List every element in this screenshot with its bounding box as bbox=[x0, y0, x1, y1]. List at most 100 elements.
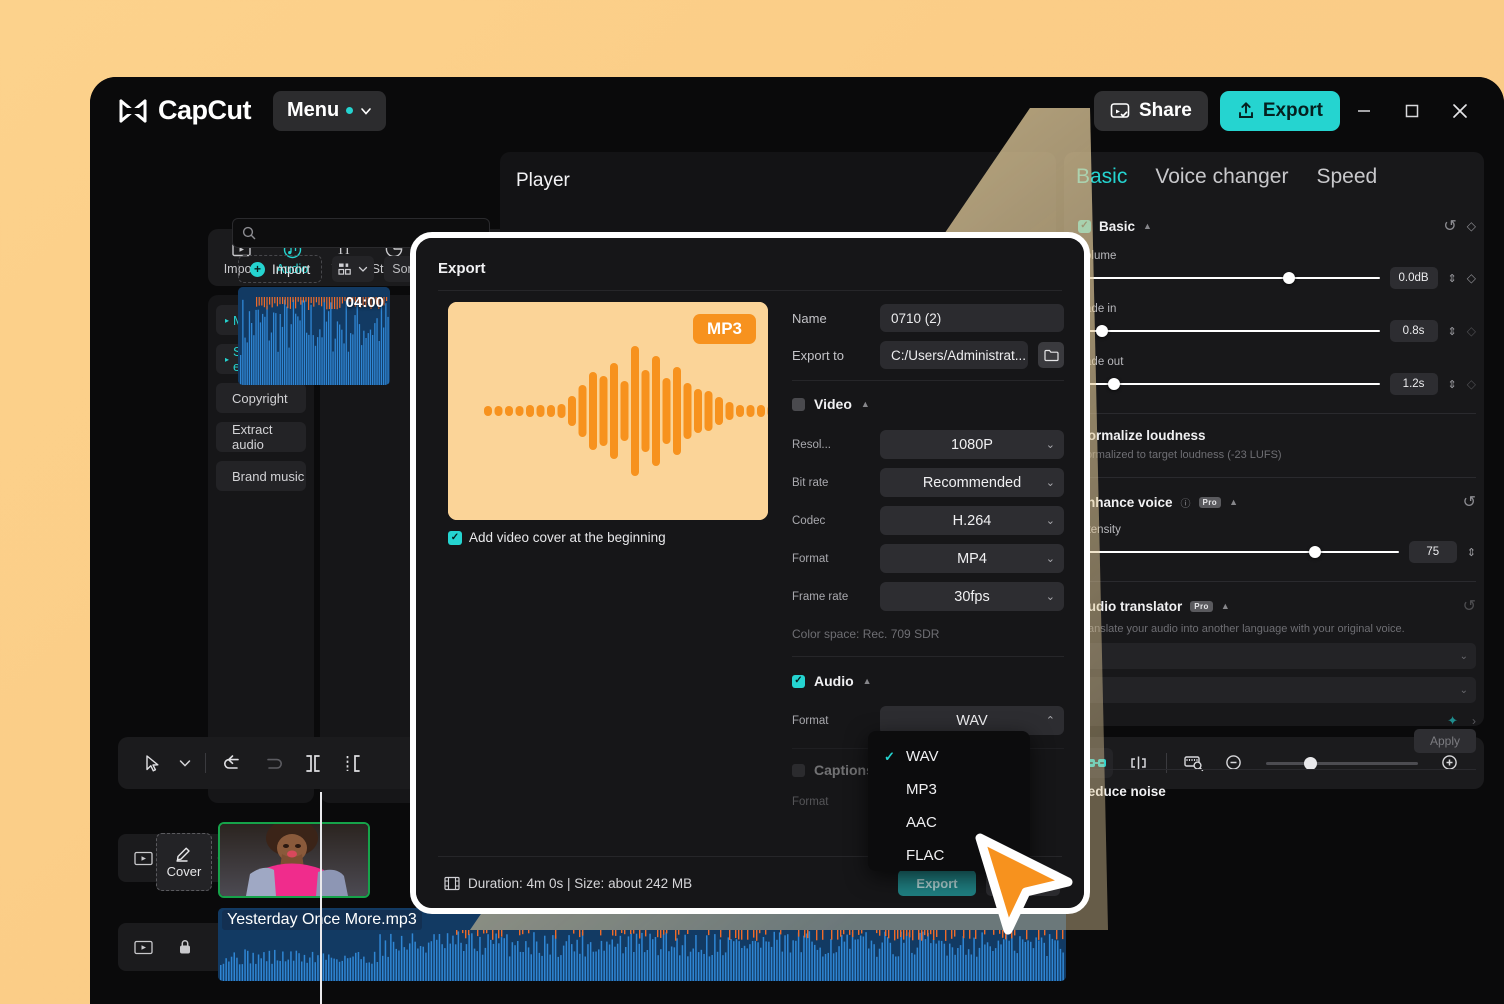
tab-speed[interactable]: Speed bbox=[1316, 165, 1377, 189]
track-toggle-icon[interactable] bbox=[132, 937, 154, 957]
dropdown-option-mp3-label: MP3 bbox=[906, 781, 937, 798]
view-mode-button[interactable] bbox=[332, 256, 374, 282]
reset-icon[interactable]: ↺ bbox=[1463, 492, 1476, 512]
intensity-value[interactable]: 75 bbox=[1409, 541, 1457, 563]
dialog-secondary-button[interactable] bbox=[986, 870, 1060, 896]
audio-library-card[interactable]: 04:00 bbox=[238, 287, 390, 385]
select-arrow-icon[interactable] bbox=[132, 746, 172, 780]
add-video-cover-checkbox[interactable]: ✓ Add video cover at the beginning bbox=[448, 530, 666, 545]
volume-slider-knob[interactable] bbox=[1283, 272, 1295, 284]
basic-checkbox[interactable]: ✓ bbox=[1078, 220, 1091, 233]
audio-translator-header: Audio translator Pro ▲ ↺ bbox=[1078, 596, 1476, 616]
codec-row: Codec H.264⌄ bbox=[792, 506, 1064, 535]
captions-checkbox[interactable] bbox=[792, 764, 805, 777]
volume-keyframe-icon[interactable]: ◇ bbox=[1467, 271, 1476, 285]
framerate-select[interactable]: 30fps⌄ bbox=[880, 582, 1064, 611]
browse-folder-button[interactable] bbox=[1038, 342, 1064, 368]
import-media-button[interactable]: + Import bbox=[238, 255, 322, 283]
dropdown-option-aac-label: AAC bbox=[906, 814, 937, 831]
maximize-button[interactable] bbox=[1388, 89, 1436, 133]
bitrate-select[interactable]: Recommended⌄ bbox=[880, 468, 1064, 497]
dropdown-option-wav[interactable]: ✓ WAV bbox=[868, 740, 1030, 773]
film-strip-icon bbox=[444, 876, 460, 891]
name-input[interactable]: 0710 (2) bbox=[880, 304, 1064, 332]
undo-icon[interactable] bbox=[213, 746, 253, 780]
sparkle-icon: ✦ bbox=[1447, 713, 1458, 729]
sidebar-item-copyright[interactable]: Copyright bbox=[216, 383, 306, 413]
volume-stepper[interactable]: ⇕ bbox=[1448, 272, 1457, 285]
chevron-up-icon[interactable]: ▲ bbox=[863, 676, 872, 686]
intensity-slider-knob[interactable] bbox=[1309, 546, 1321, 558]
reset-icon[interactable]: ↺ bbox=[1443, 216, 1456, 236]
split-icon[interactable] bbox=[293, 746, 333, 780]
basic-section-title: Basic bbox=[1099, 219, 1135, 234]
fade-in-stepper[interactable]: ⇕ bbox=[1448, 325, 1457, 338]
volume-slider-track[interactable] bbox=[1078, 277, 1380, 279]
export-button[interactable]: Export bbox=[1220, 91, 1340, 131]
close-button[interactable] bbox=[1436, 89, 1484, 133]
track-toggle-icon[interactable] bbox=[132, 848, 154, 868]
video-format-select[interactable]: MP4⌄ bbox=[880, 544, 1064, 573]
video-clip-thumbnail[interactable] bbox=[218, 822, 370, 898]
fade-in-slider-knob[interactable] bbox=[1096, 325, 1108, 337]
share-button[interactable]: Share bbox=[1094, 91, 1208, 131]
lock-icon[interactable] bbox=[174, 937, 196, 957]
bitrate-row: Bit rate Recommended⌄ bbox=[792, 468, 1064, 497]
resolution-select[interactable]: 1080P⌄ bbox=[880, 430, 1064, 459]
chevron-down-icon[interactable] bbox=[172, 746, 198, 780]
menu-button[interactable]: Menu bbox=[273, 91, 386, 131]
redo-icon[interactable] bbox=[253, 746, 293, 780]
fade-out-value[interactable]: 1.2s bbox=[1390, 373, 1438, 395]
fade-in-keyframe-icon[interactable]: ◇ bbox=[1467, 324, 1476, 338]
translator-target-select[interactable]: ⌄ bbox=[1078, 677, 1476, 703]
chevron-up-icon[interactable]: ▲ bbox=[861, 399, 870, 409]
chevron-up-icon[interactable]: ▲ bbox=[1229, 497, 1238, 507]
dropdown-option-aac[interactable]: AAC bbox=[868, 806, 1030, 839]
chevron-up-icon[interactable]: ▲ bbox=[1221, 601, 1230, 611]
set-cover-button[interactable]: Cover bbox=[156, 833, 212, 891]
tab-voice-changer[interactable]: Voice changer bbox=[1155, 165, 1288, 189]
normalize-description: Normalized to target loudness (-23 LUFS) bbox=[1078, 449, 1476, 461]
fade-out-stepper[interactable]: ⇕ bbox=[1448, 378, 1457, 391]
minimize-button[interactable] bbox=[1340, 89, 1388, 133]
dropdown-option-flac[interactable]: FLAC bbox=[868, 839, 1030, 872]
chevron-right-icon[interactable]: › bbox=[1472, 714, 1476, 728]
audio-checkbox[interactable]: ✓ bbox=[792, 675, 805, 688]
audio-clip[interactable]: Yesterday Once More.mp3 bbox=[218, 908, 1066, 981]
dropdown-option-mp3[interactable]: MP3 bbox=[868, 773, 1030, 806]
keyframe-diamond-icon[interactable]: ◇ bbox=[1467, 219, 1476, 233]
fade-out-keyframe-icon[interactable]: ◇ bbox=[1467, 377, 1476, 391]
sidebar-item-extract-audio[interactable]: Extract audio bbox=[216, 422, 306, 452]
normalize-loudness-section: Normalize loudness Normalized to target … bbox=[1078, 428, 1476, 461]
fade-in-slider-track[interactable] bbox=[1078, 330, 1380, 332]
split-dashed-icon[interactable] bbox=[333, 746, 373, 780]
video-checkbox[interactable] bbox=[792, 398, 805, 411]
folder-icon bbox=[1044, 349, 1059, 362]
volume-value[interactable]: 0.0dB bbox=[1390, 267, 1438, 289]
playhead[interactable] bbox=[320, 792, 322, 1004]
reset-icon[interactable]: ↺ bbox=[1463, 596, 1476, 616]
sidebar-item-brand-music[interactable]: Brand music bbox=[216, 461, 306, 491]
intensity-stepper[interactable]: ⇕ bbox=[1467, 546, 1476, 559]
tab-basic[interactable]: Basic bbox=[1076, 165, 1127, 189]
codec-select[interactable]: H.264⌄ bbox=[880, 506, 1064, 535]
fade-out-slider-track[interactable] bbox=[1078, 383, 1380, 385]
dialog-export-button[interactable]: Export bbox=[898, 870, 976, 896]
export-to-input[interactable]: C:/Users/Administrat... bbox=[880, 341, 1028, 369]
translator-source-select[interactable]: ⌄ bbox=[1078, 643, 1476, 669]
apply-button[interactable]: Apply bbox=[1414, 729, 1476, 753]
chevron-down-icon bbox=[358, 265, 368, 273]
chevron-up-icon[interactable]: ▲ bbox=[1143, 221, 1152, 231]
intensity-slider-track[interactable] bbox=[1078, 551, 1399, 553]
fade-out-slider-knob[interactable] bbox=[1108, 378, 1120, 390]
translator-apply-wrap: Apply bbox=[1078, 729, 1476, 753]
fade-out-slider-row: 1.2s ⇕ ◇ bbox=[1078, 373, 1476, 395]
titlebar: CapCut Menu Share bbox=[90, 77, 1504, 144]
fade-in-value[interactable]: 0.8s bbox=[1390, 320, 1438, 342]
fade-in-control: Fade in 0.8s ⇕ ◇ bbox=[1078, 303, 1476, 342]
volume-label: Volume bbox=[1078, 250, 1476, 262]
cover-label: Cover bbox=[167, 864, 202, 879]
app-name: CapCut bbox=[158, 95, 251, 126]
checkbox-checked-icon: ✓ bbox=[448, 531, 462, 545]
info-icon[interactable]: ⓘ bbox=[1181, 495, 1191, 510]
